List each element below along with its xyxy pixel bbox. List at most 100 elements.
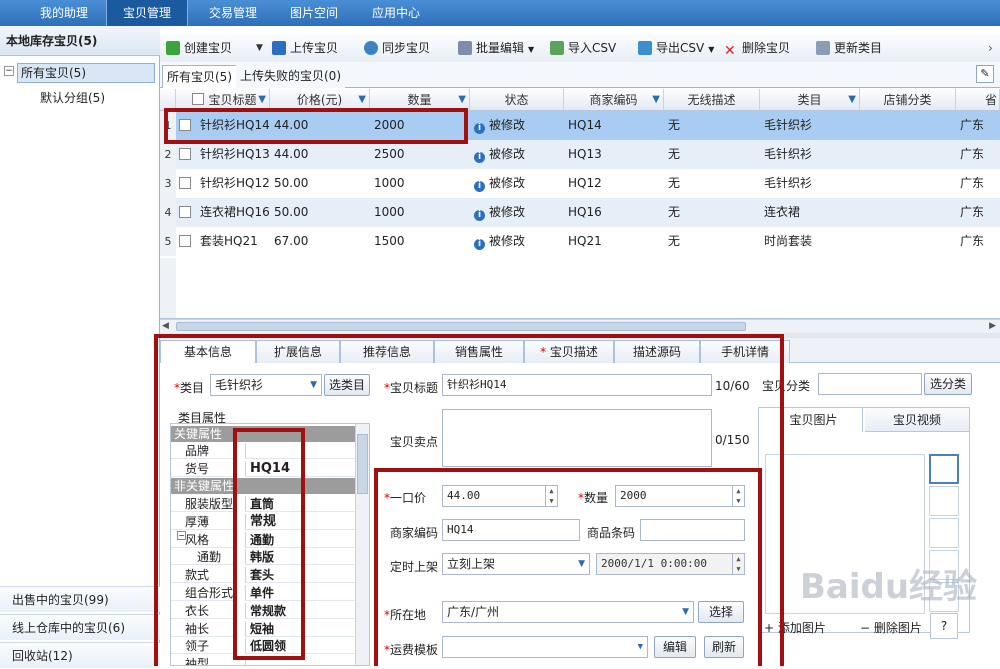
sidebar-warehouse[interactable]: 线上仓库中的宝贝(6) (0, 614, 160, 640)
row-code: HQ13 (568, 147, 602, 161)
sidebar-recycle[interactable]: 回收站(12) (0, 642, 160, 668)
sync-item-button[interactable]: 同步宝贝 (364, 38, 430, 58)
nav-tab-trade[interactable]: 交易管理 (190, 0, 276, 26)
grid-header-wireless[interactable]: 无线描述 (664, 89, 760, 111)
select-all-checkbox[interactable] (192, 93, 204, 105)
row-price: 67.00 (274, 234, 309, 248)
nav-tab-assistant[interactable]: 我的助理 (20, 0, 108, 26)
info-icon: i (474, 210, 485, 221)
upload-item-label: 上传宝贝 (290, 41, 339, 55)
help-icon[interactable]: ? (930, 613, 958, 639)
minus-icon: − (860, 621, 871, 635)
nav-tab-images[interactable]: 图片空间 (278, 0, 350, 26)
upload-item-button[interactable]: 上传宝贝 (272, 38, 338, 58)
row-title: 针织衫HQ13 (200, 147, 270, 161)
table-row[interactable]: 3 针织衫HQ12 50.00 1000 i 被修改 HQ12 无 毛针织衫 广东 (160, 169, 1000, 198)
col-price-label: 价格(元) (296, 93, 343, 107)
row-province: 广东 (960, 118, 985, 132)
create-item-button[interactable]: 创建宝贝 (166, 38, 232, 58)
edit-columns-icon[interactable]: ✎ (976, 65, 994, 83)
row-qty: 1000 (374, 205, 405, 219)
row-title: 套装HQ21 (200, 234, 258, 248)
sidebar: 本地库存宝贝(5) − 所有宝贝(5) 默认分组(5) 出售中的宝贝(99) 线… (0, 26, 160, 668)
row-checkbox[interactable] (179, 235, 191, 247)
row-code: HQ16 (568, 205, 602, 219)
row-title: 连衣裙HQ16 (200, 205, 270, 219)
thumb-slot-3[interactable] (929, 518, 959, 548)
grid-header-status[interactable]: 状态 (470, 89, 564, 111)
row-title: 针织衫HQ12 (200, 176, 270, 190)
delete-image-button[interactable]: − 删除图片 (860, 619, 922, 636)
filter-icon[interactable]: ▼ (848, 89, 856, 111)
nav-tab-items[interactable]: 宝贝管理 (106, 0, 188, 26)
batch-edit-button[interactable]: 批量编辑 ▼ (458, 38, 534, 58)
highlight-attrs (233, 428, 305, 660)
list-tabs: 所有宝贝(5) 上传失败的宝贝(0) ✎ (160, 62, 1000, 88)
info-icon: i (474, 181, 485, 192)
delete-item-button[interactable]: ✕ 删除宝贝 (724, 38, 790, 58)
tree-item-default-group[interactable]: 默认分组(5) (40, 89, 105, 106)
import-csv-button[interactable]: 导入CSV (550, 38, 616, 58)
table-row[interactable]: 5 套装HQ21 67.00 1500 i 被修改 HQ21 无 时尚套装 广东 (160, 227, 1000, 256)
export-icon (638, 41, 652, 55)
row-wireless: 无 (668, 118, 681, 132)
sync-item-label: 同步宝贝 (382, 41, 431, 55)
sync-icon (364, 41, 378, 55)
grid-header-shopcat[interactable]: 店铺分类 (860, 89, 956, 111)
col-category-label: 类目 (797, 93, 822, 107)
batch-dropdown-icon[interactable]: ▼ (528, 45, 534, 54)
scroll-thumb[interactable] (176, 322, 746, 331)
tab-upload-failed[interactable]: 上传失败的宝贝(0) (236, 65, 345, 88)
highlight-fields (374, 468, 762, 666)
row-province: 广东 (960, 147, 985, 161)
shop-category-input[interactable] (818, 373, 922, 395)
update-category-button[interactable]: 更新类目 (816, 38, 882, 58)
grid-header-category[interactable]: 类目 ▼ (760, 89, 860, 111)
tree-item-all[interactable]: 所有宝贝(5) (17, 63, 155, 83)
delete-icon: ✕ (724, 43, 736, 59)
row-category: 时尚套装 (764, 234, 813, 248)
col-wireless-label: 无线描述 (687, 93, 736, 107)
grid-hscrollbar[interactable]: ◀ ▶ (160, 319, 1000, 333)
row-checkbox[interactable] (179, 177, 191, 189)
tab-all-items[interactable]: 所有宝贝(5) (162, 65, 237, 88)
highlight-row-1 (164, 108, 468, 144)
grid-header-code[interactable]: 商家编码 ▼ (564, 89, 664, 111)
top-nav: 我的助理 宝贝管理 交易管理 图片空间 应用中心 (0, 0, 1000, 26)
nav-tab-apps[interactable]: 应用中心 (360, 0, 432, 26)
grid-header-province[interactable]: 省 (956, 89, 1000, 111)
export-csv-label: 导出CSV (656, 41, 705, 55)
filter-icon[interactable]: ▼ (652, 89, 660, 111)
plus-icon (166, 41, 180, 55)
table-row[interactable]: 4 连衣裙HQ16 50.00 1000 i 被修改 HQ16 无 连衣裙 广东 (160, 198, 1000, 227)
scroll-left-icon[interactable]: ◀ (162, 321, 169, 331)
col-province-label: 省 (984, 93, 997, 107)
sidebar-on-sale[interactable]: 出售中的宝贝(99) (0, 586, 160, 612)
row-status-text: 被修改 (489, 118, 526, 132)
col-status-label: 状态 (504, 93, 529, 107)
row-wireless: 无 (668, 176, 681, 190)
row-category: 毛针织衫 (764, 147, 813, 161)
update-icon (816, 41, 830, 55)
update-category-label: 更新类目 (834, 41, 883, 55)
export-dropdown-icon[interactable]: ▼ (708, 45, 714, 54)
toolbar-more-icon[interactable]: › (988, 38, 993, 58)
row-status-text: 被修改 (489, 147, 526, 161)
thumb-slot-2[interactable] (929, 486, 959, 516)
row-checkbox[interactable] (179, 148, 191, 160)
row-code: HQ21 (568, 234, 602, 248)
tab-item-video[interactable]: 宝贝视频 (865, 408, 969, 432)
row-checkbox[interactable] (179, 206, 191, 218)
row-province: 广东 (960, 234, 985, 248)
select-shop-category-button[interactable]: 选分类 (924, 373, 972, 395)
scroll-right-icon[interactable]: ▶ (989, 321, 996, 331)
sidebar-header: 本地库存宝贝(5) (0, 26, 160, 56)
row-price: 50.00 (274, 205, 309, 219)
row-category: 毛针织衫 (764, 176, 813, 190)
row-category: 毛针织衫 (764, 118, 813, 132)
tree-collapse-icon[interactable]: − (4, 66, 14, 76)
table-row[interactable]: 2 针织衫HQ13 44.00 2500 i 被修改 HQ13 无 毛针织衫 广东 (160, 140, 1000, 169)
create-dropdown-icon[interactable]: ▼ (256, 38, 263, 58)
export-csv-button[interactable]: 导出CSV ▼ (638, 38, 714, 58)
thumb-slot-1[interactable] (929, 454, 959, 484)
